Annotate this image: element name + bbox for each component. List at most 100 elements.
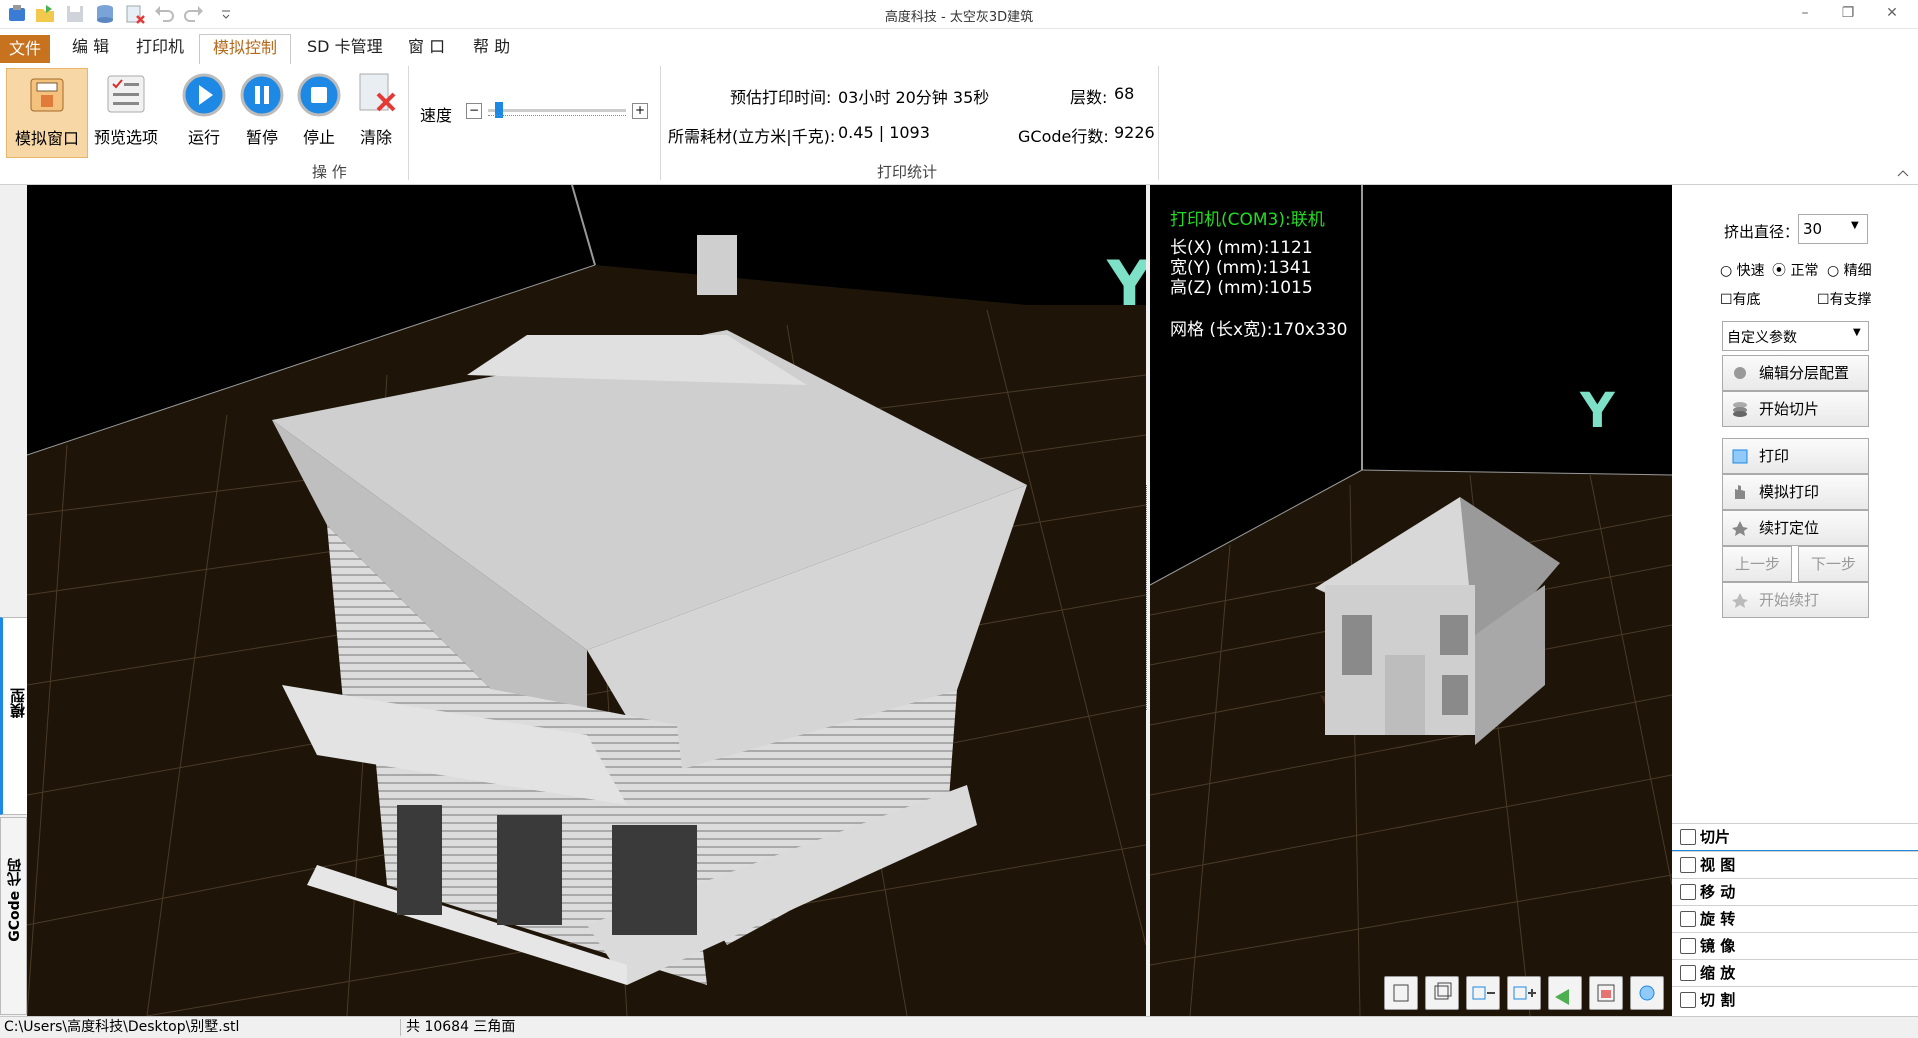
accordion-move[interactable]: 移 动: [1672, 878, 1918, 905]
view-cube-button[interactable]: [1425, 976, 1459, 1010]
accordion-cut[interactable]: 切 割: [1672, 986, 1918, 1013]
param-preset-value: 自定义参数: [1727, 330, 1797, 346]
material-value: 0.45 | 1093: [838, 123, 930, 142]
view-front-icon: [1393, 984, 1409, 1002]
clear-icon: [359, 73, 396, 112]
hand-icon: [1735, 485, 1745, 499]
sim-print-button[interactable]: 模拟打印: [1722, 474, 1869, 510]
close-button[interactable]: ✕: [1882, 4, 1902, 22]
sim-window-button[interactable]: 模拟窗口: [6, 68, 88, 158]
accordion-cut-label: 切 割: [1700, 991, 1736, 1009]
run-label: 运行: [187, 128, 220, 147]
speed-slider[interactable]: − +: [466, 101, 649, 121]
print-label: 打印: [1759, 447, 1790, 465]
speed-decrease-button[interactable]: −: [466, 103, 482, 119]
printer-status: 打印机(COM3):联机: [1170, 210, 1325, 230]
menu-help[interactable]: 帮 助: [473, 34, 510, 60]
tab-gcode-label: GCode 代码: [7, 858, 23, 942]
accordion-view-label: 视 图: [1700, 856, 1736, 874]
zoom-out-button[interactable]: [1466, 976, 1500, 1010]
accordion-slice[interactable]: 切片: [1672, 823, 1918, 852]
has-base-checkbox[interactable]: ☐有底: [1720, 289, 1761, 309]
start-slice-button[interactable]: 开始切片: [1722, 391, 1869, 427]
has-support-checkbox[interactable]: ☐有支撑: [1817, 289, 1872, 309]
menu-sim-control[interactable]: 模拟控制: [199, 34, 291, 65]
print-button[interactable]: 打印: [1722, 438, 1869, 474]
start-resume-button[interactable]: 开始续打: [1722, 582, 1869, 618]
chevron-down-icon: ▼: [1851, 220, 1859, 231]
viewport-preview[interactable]: Y 打印机(COM3):联机 长(X) (mm):1121 宽(Y) (mm):…: [1150, 185, 1672, 1016]
menu-sd-card[interactable]: SD 卡管理: [307, 34, 383, 60]
slice-icon: [1680, 829, 1696, 845]
ribbon: 模拟窗口 预览选项 运行 暂停 停止 清除 速度 − + 操 作 预估打印时间:…: [0, 64, 1918, 185]
menu-edit[interactable]: 编 辑: [72, 34, 109, 60]
extrude-label: 挤出直径：: [1724, 223, 1800, 241]
tab-model[interactable]: 模型: [0, 617, 29, 815]
layers-value: 68: [1114, 84, 1135, 103]
cube-icon: [1680, 857, 1696, 873]
accordion-scale[interactable]: 缩 放: [1672, 959, 1918, 986]
ribbon-separator: [408, 66, 409, 180]
restore-button[interactable]: ❐: [1838, 4, 1858, 22]
move-icon: [1680, 884, 1696, 900]
speed-increase-button[interactable]: +: [632, 103, 648, 119]
screenshot-icon: [1597, 984, 1615, 1002]
group-operations-label: 操 作: [312, 163, 347, 181]
extrude-select[interactable]: 30 ▼: [1798, 214, 1868, 244]
wall-back: [572, 185, 1146, 305]
next-step-label: 下一步: [1811, 555, 1857, 573]
edit-layer-config-label: 编辑分层配置: [1759, 364, 1850, 382]
tab-gcode[interactable]: GCode 代码: [0, 817, 27, 1015]
scene-main: Y: [27, 185, 1146, 1016]
est-time-value: 03小时 20分钟 35秒: [838, 88, 990, 107]
preview-options-button[interactable]: 预览选项: [90, 68, 162, 156]
minimize-button[interactable]: –: [1795, 4, 1815, 22]
accordion-mirror[interactable]: 镜 像: [1672, 932, 1918, 959]
viewport-main[interactable]: Y: [27, 185, 1146, 1016]
next-step-button[interactable]: 下一步: [1798, 546, 1869, 582]
group-print-stats-label: 打印统计: [877, 163, 938, 181]
edit-layer-config-button[interactable]: 编辑分层配置: [1722, 355, 1869, 391]
gcode-lines-value: 9226: [1114, 123, 1155, 142]
quality-fine[interactable]: ○ 精细: [1827, 260, 1872, 280]
accordion-rotate[interactable]: 旋 转: [1672, 905, 1918, 932]
file-path: C:\Users\高度科技\Desktop\别墅.stl: [4, 1019, 240, 1035]
resume-locate-button[interactable]: 续打定位: [1722, 510, 1869, 546]
start-slice-label: 开始切片: [1759, 400, 1820, 418]
house-model: [272, 235, 1027, 985]
clear-label: 清除: [359, 128, 392, 147]
pause-button[interactable]: 暂停: [234, 68, 290, 156]
view-front-button[interactable]: [1384, 976, 1418, 1010]
collapse-ribbon-icon[interactable]: [1896, 168, 1910, 180]
pause-icon: [240, 73, 284, 117]
stop-button[interactable]: 停止: [291, 68, 347, 156]
clear-button[interactable]: 清除: [348, 68, 404, 156]
scene-preview: Y: [1150, 185, 1672, 1016]
cube-icon: [1434, 982, 1452, 1000]
menu-printer[interactable]: 打印机: [136, 34, 184, 60]
prev-step-button[interactable]: 上一步: [1722, 546, 1792, 582]
reset-view-icon: [1639, 985, 1655, 1001]
quality-fast[interactable]: ○ 快速: [1720, 260, 1765, 280]
radio-selected-icon: ⦿: [1772, 263, 1791, 279]
grid-size: 网格 (长x宽):170x330: [1170, 320, 1348, 340]
accordion-slice-label: 切片: [1700, 828, 1731, 846]
cut-icon: [1680, 992, 1696, 1008]
param-preset-select[interactable]: 自定义参数 ▼: [1722, 321, 1869, 351]
run-button[interactable]: 运行: [176, 68, 232, 156]
quality-normal[interactable]: ⦿ 正常: [1772, 260, 1818, 280]
accordion-view[interactable]: 视 图: [1672, 851, 1918, 878]
scale-icon: [1680, 965, 1696, 981]
zoom-in-button[interactable]: [1507, 976, 1541, 1010]
menu-window[interactable]: 窗 口: [408, 34, 445, 60]
menu-file[interactable]: 文件: [0, 35, 50, 63]
reset-view-button[interactable]: [1630, 976, 1664, 1010]
dim-z: 高(Z) (mm):1015: [1170, 278, 1313, 298]
screenshot-button[interactable]: [1589, 976, 1623, 1010]
checkbox-icon: ☐: [1720, 292, 1733, 308]
sim-window-label: 模拟窗口: [14, 129, 79, 148]
pan-button[interactable]: [1548, 976, 1582, 1010]
quality-normal-label: 正常: [1790, 263, 1819, 279]
side-tabs: 模型 GCode 代码: [0, 185, 29, 1016]
print-icon: [1732, 449, 1748, 464]
